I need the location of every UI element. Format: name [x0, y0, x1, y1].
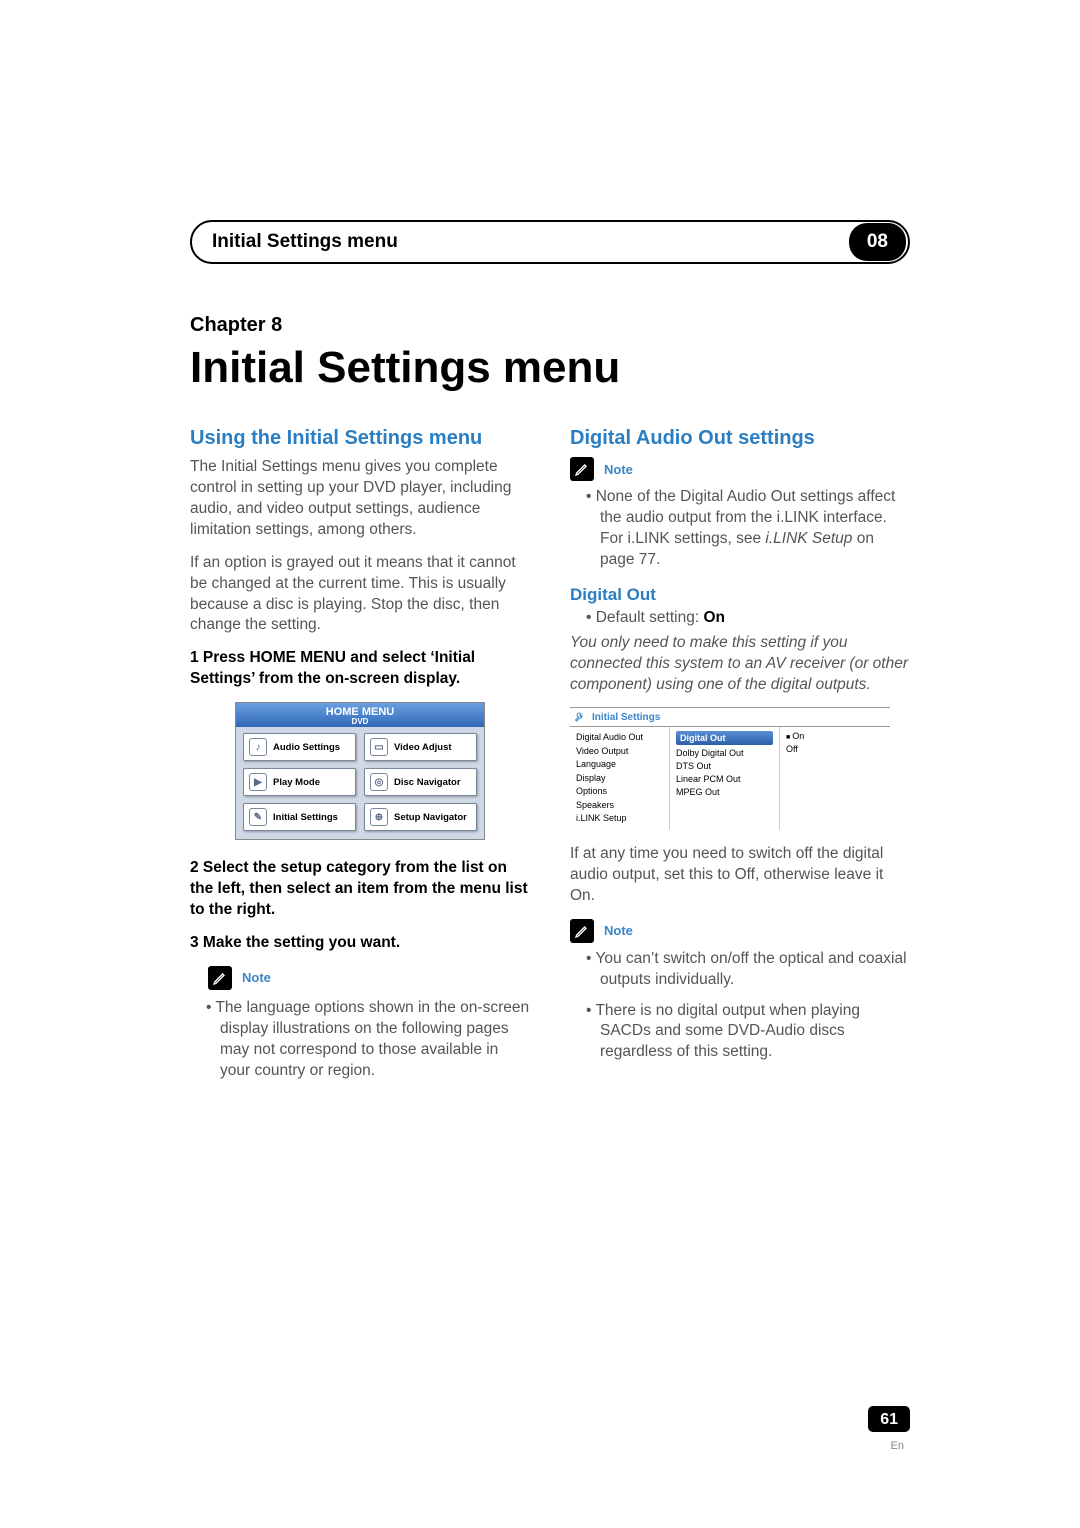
chapter-label: Chapter 8 [190, 314, 910, 337]
note2-bullet-1: You can’t switch on/off the optical and … [570, 949, 910, 991]
right-column: Digital Audio Out settings Note None of … [570, 425, 910, 1092]
pencil-icon [208, 966, 232, 990]
initial-settings-figure: Initial Settings Digital Audio Out Video… [570, 707, 890, 830]
after-figure-paragraph: If at any time you need to switch off th… [570, 844, 910, 907]
hm-play-mode: ▶Play Mode [243, 768, 356, 796]
note2-bullet-2: There is no digital output when playing … [570, 1001, 910, 1064]
note-label: Note [604, 923, 633, 938]
note-bullet-left: The language options shown in the on-scr… [190, 998, 530, 1082]
note-label: Note [604, 462, 633, 477]
is-categories: Digital Audio Out Video Output Language … [570, 727, 670, 830]
note1-bullet: None of the Digital Audio Out settings a… [570, 487, 910, 571]
home-menu-subtitle: DVD [236, 718, 484, 726]
italic-paragraph: You only need to make this setting if yo… [570, 633, 910, 696]
hm-audio-settings: ♪Audio Settings [243, 733, 356, 761]
left-column: Using the Initial Settings menu The Init… [190, 425, 530, 1092]
speaker-icon: ♪ [249, 738, 267, 756]
step-3: 3 Make the setting you want. [190, 933, 530, 954]
home-menu-grid: ♪Audio Settings ▭Video Adjust ▶Play Mode… [235, 727, 485, 840]
home-menu-header: HOME MENU DVD [235, 702, 485, 727]
disc-icon: ◎ [370, 773, 388, 791]
note-row-right-2: Note [570, 919, 910, 943]
play-icon: ▶ [249, 773, 267, 791]
pencil-icon [570, 919, 594, 943]
wrench-icon [574, 711, 586, 723]
hm-setup-navigator: ⊕Setup Navigator [364, 803, 477, 831]
is-option-off: Off [786, 744, 884, 754]
page-number-badge: 61 [868, 1406, 910, 1432]
hm-disc-navigator: ◎Disc Navigator [364, 768, 477, 796]
step-1: 1 Press HOME MENU and select ‘Initial Se… [190, 648, 530, 690]
is-options: On Off [780, 727, 890, 830]
compass-icon: ⊕ [370, 808, 388, 826]
is-items: Digital Out Dolby Digital Out DTS Out Li… [670, 727, 780, 830]
section-heading-digital-audio: Digital Audio Out settings [570, 425, 910, 451]
two-column-layout: Using the Initial Settings menu The Init… [190, 425, 910, 1092]
is-title-row: Initial Settings [570, 708, 890, 727]
note-row-right-1: Note [570, 457, 910, 481]
is-option-on: On [786, 731, 884, 741]
chapter-header-title: Initial Settings menu [212, 231, 398, 253]
wrench-icon: ✎ [249, 808, 267, 826]
is-grid: Digital Audio Out Video Output Language … [570, 727, 890, 830]
chapter-number-badge: 08 [849, 223, 906, 261]
note-row-left: Note [208, 966, 530, 990]
monitor-icon: ▭ [370, 738, 388, 756]
pencil-icon [570, 457, 594, 481]
page-language: En [891, 1440, 904, 1452]
is-title: Initial Settings [592, 712, 660, 723]
manual-page: Initial Settings menu 08 Chapter 8 Initi… [0, 0, 1080, 1092]
home-menu-figure: HOME MENU DVD ♪Audio Settings ▭Video Adj… [235, 702, 485, 840]
hm-video-adjust: ▭Video Adjust [364, 733, 477, 761]
chapter-header-bar: Initial Settings menu 08 [190, 220, 910, 264]
is-item-head: Digital Out [676, 731, 773, 745]
section-heading-using: Using the Initial Settings menu [190, 425, 530, 451]
intro-paragraph-1: The Initial Settings menu gives you comp… [190, 457, 530, 541]
note-label: Note [242, 970, 271, 985]
hm-initial-settings: ✎Initial Settings [243, 803, 356, 831]
intro-paragraph-2: If an option is grayed out it means that… [190, 553, 530, 637]
default-setting-line: Default setting: On [570, 609, 910, 627]
step-2: 2 Select the setup category from the lis… [190, 858, 530, 921]
sub-heading-digital-out: Digital Out [570, 585, 910, 605]
chapter-title: Initial Settings menu [190, 343, 910, 393]
